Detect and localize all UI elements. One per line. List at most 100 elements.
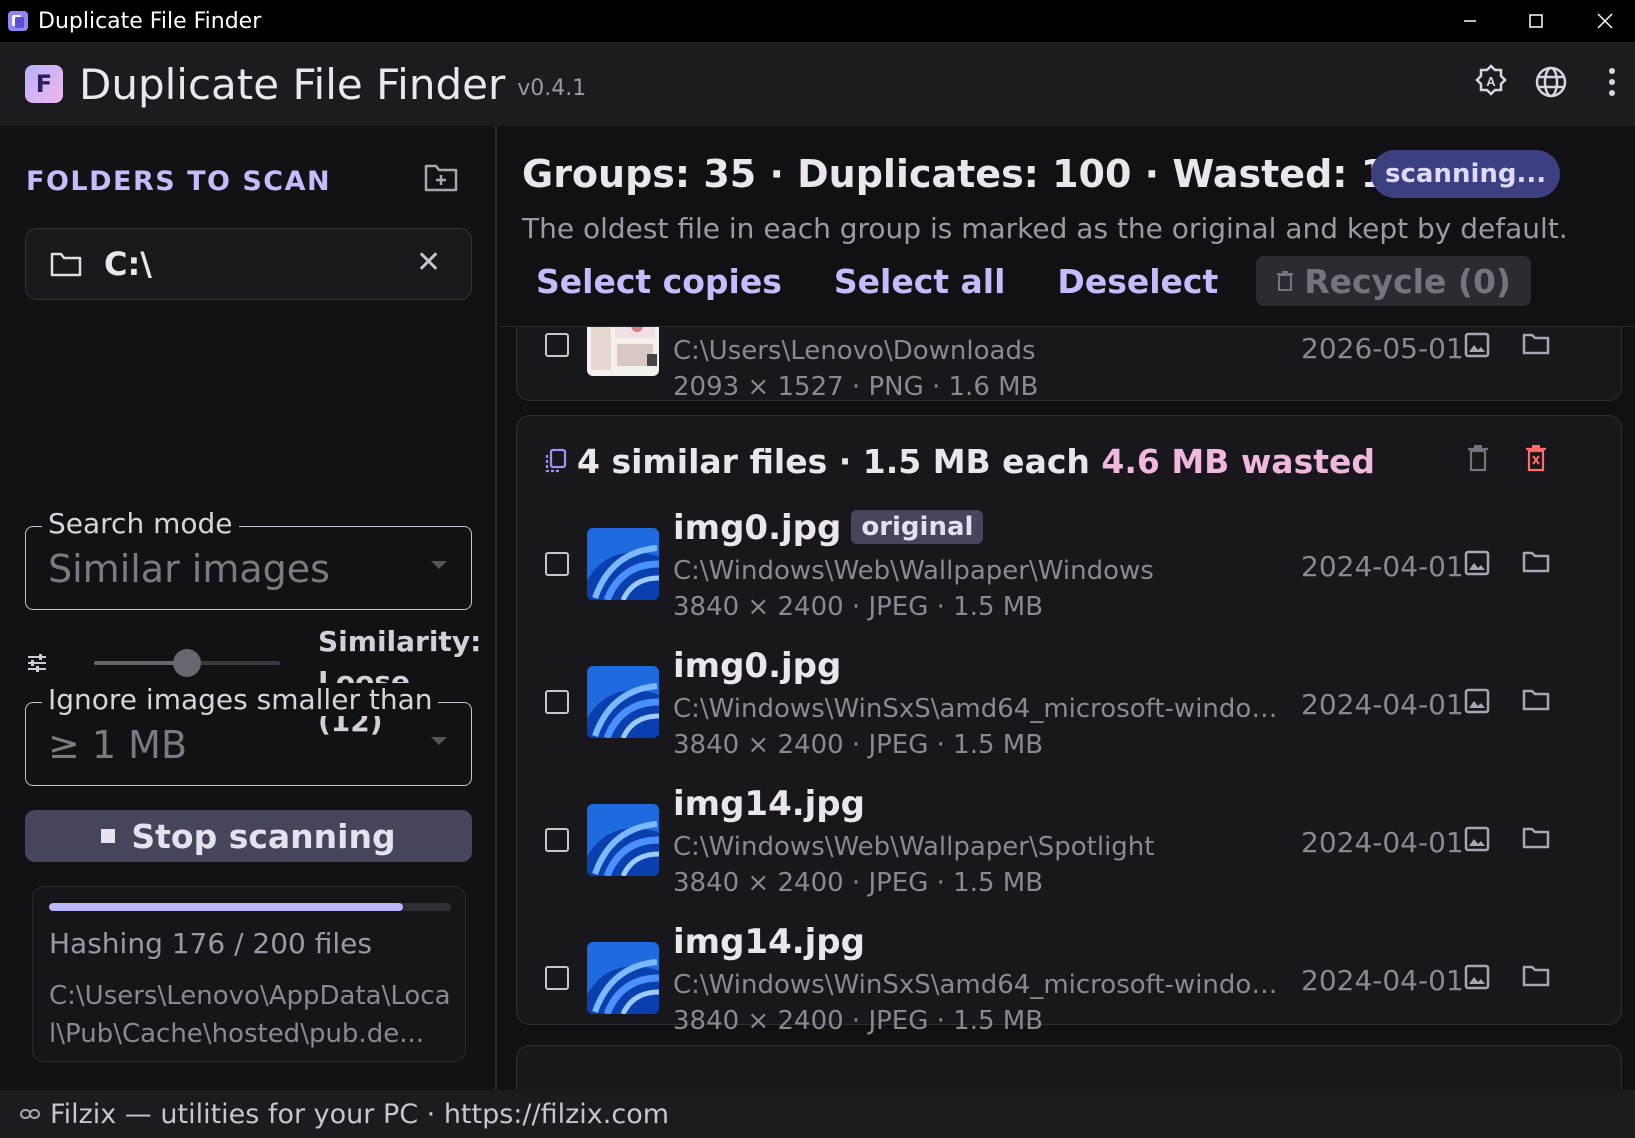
- progress-current-path: C:\Users\Lenovo\AppData\Local\Pub\Cache\…: [49, 981, 451, 1049]
- open-folder-icon[interactable]: [1522, 964, 1552, 994]
- min-size-select[interactable]: Ignore images smaller than ≥ 1 MB: [25, 683, 472, 786]
- file-path: C:\Users\Lenovo\Downloads: [673, 336, 1036, 366]
- preview-image-icon[interactable]: [1464, 550, 1494, 580]
- file-row: img14.jpg C:\Windows\Web\Wallpaper\Spotl…: [517, 780, 1623, 918]
- app-version: v0.4.1: [517, 75, 587, 101]
- minimize-button[interactable]: [1440, 0, 1500, 42]
- file-path: C:\Windows\WinSxS\amd64_microsoft-window…: [673, 694, 1293, 724]
- svg-text:A: A: [1486, 74, 1496, 89]
- preview-image-icon[interactable]: [1464, 332, 1494, 362]
- remove-folder-button[interactable]: ✕: [416, 245, 441, 280]
- group-header: 4 similar files · 1.5 MB each 4.6 MB was…: [577, 442, 1375, 481]
- file-checkbox[interactable]: [545, 690, 569, 714]
- dropdown-caret-icon: [431, 737, 447, 745]
- file-meta: 3840 × 2400 · JPEG · 1.5 MB: [673, 1006, 1044, 1036]
- file-meta: 3840 × 2400 · JPEG · 1.5 MB: [673, 868, 1044, 898]
- file-date: 2026-05-01: [1301, 332, 1464, 365]
- action-bar: Select copies Select all Deselect Recycl…: [522, 256, 1531, 306]
- search-mode-value: Similar images: [48, 547, 330, 591]
- file-row: C:\Users\Lenovo\Downloads 2093 × 1527 · …: [517, 327, 1623, 426]
- recycle-label: Recycle (0): [1304, 261, 1511, 301]
- similarity-slider[interactable]: [94, 649, 280, 677]
- preview-image-icon[interactable]: [1464, 826, 1494, 856]
- language-globe-icon[interactable]: [1531, 62, 1571, 102]
- stop-scanning-button[interactable]: Stop scanning: [25, 810, 472, 862]
- stop-scanning-label: Stop scanning: [131, 816, 396, 856]
- app-header: F Duplicate File Finder v0.4.1: [0, 42, 1635, 126]
- file-name-text: img0.jpg: [673, 508, 842, 548]
- file-date: 2024-04-01: [1301, 826, 1464, 859]
- group-summary: 4 similar files · 1.5 MB each: [577, 442, 1090, 481]
- file-date: 2024-04-01: [1301, 550, 1464, 583]
- search-mode-label: Search mode: [42, 507, 239, 540]
- preview-image-icon[interactable]: [1464, 964, 1494, 994]
- duplicate-group-card: 4 similar files · 1.5 MB each 4.6 MB was…: [516, 415, 1623, 1036]
- folder-icon: [50, 251, 82, 281]
- folders-section-title: FOLDERS TO SCAN: [26, 166, 332, 197]
- maximize-button[interactable]: [1506, 0, 1566, 42]
- file-row: img14.jpg C:\Windows\WinSxS\amd64_micros…: [517, 918, 1623, 1056]
- deselect-button[interactable]: Deselect: [1057, 262, 1218, 301]
- file-date: 2024-04-01: [1301, 964, 1464, 997]
- min-size-label: Ignore images smaller than: [42, 683, 439, 716]
- recycle-button[interactable]: Recycle (0): [1256, 256, 1531, 306]
- file-checkbox[interactable]: [545, 552, 569, 576]
- results-list[interactable]: C:\Users\Lenovo\Downloads 2093 × 1527 · …: [499, 327, 1635, 1090]
- copy-group-icon: [543, 448, 567, 478]
- select-all-button[interactable]: Select all: [834, 262, 1006, 301]
- trash-icon: [1277, 271, 1294, 291]
- open-folder-icon[interactable]: [1522, 332, 1552, 362]
- folder-path: C:\: [104, 245, 152, 283]
- file-name: img14.jpg: [673, 784, 865, 824]
- image-thumbnail: [587, 327, 659, 376]
- file-checkbox[interactable]: [545, 966, 569, 990]
- preview-image-icon[interactable]: [1464, 688, 1494, 718]
- app-logo: F: [25, 65, 63, 103]
- file-checkbox[interactable]: [545, 333, 569, 357]
- file-path: C:\Windows\Web\Wallpaper\Spotlight: [673, 832, 1155, 862]
- select-copies-button[interactable]: Select copies: [536, 262, 782, 301]
- open-folder-icon[interactable]: [1522, 826, 1552, 856]
- file-checkbox[interactable]: [545, 828, 569, 852]
- file-row: img0.jpg original C:\Windows\Web\Wallpape…: [517, 504, 1623, 642]
- previous-group-card: C:\Users\Lenovo\Downloads 2093 × 1527 · …: [516, 327, 1622, 402]
- footer-link[interactable]: Filzix — utilities for your PC · https:/…: [50, 1099, 669, 1130]
- footer: Filzix — utilities for your PC · https:/…: [0, 1090, 1635, 1138]
- file-path: C:\Windows\WinSxS\amd64_microsoft-window…: [673, 970, 1293, 1000]
- original-badge: original: [851, 510, 984, 544]
- delete-copies-icon[interactable]: [1467, 444, 1489, 476]
- window-app-icon: [8, 11, 28, 31]
- file-meta: 3840 × 2400 · JPEG · 1.5 MB: [673, 730, 1044, 760]
- app-title: Duplicate File Finder: [79, 59, 506, 109]
- file-name: img14.jpg: [673, 922, 865, 962]
- file-name: img0.jpg: [673, 646, 842, 686]
- stop-icon: [101, 829, 116, 843]
- window-titlebar: Duplicate File Finder: [0, 0, 1635, 42]
- open-folder-icon[interactable]: [1522, 688, 1552, 718]
- tune-icon: [26, 652, 48, 678]
- similarity-slider-thumb[interactable]: [173, 649, 201, 677]
- image-thumbnail: [587, 804, 659, 876]
- theme-icon[interactable]: A: [1471, 62, 1511, 102]
- search-mode-select[interactable]: Search mode Similar images: [25, 507, 472, 610]
- dropdown-caret-icon: [431, 561, 447, 569]
- file-date: 2024-04-01: [1301, 688, 1464, 721]
- file-row: img0.jpg C:\Windows\WinSxS\amd64_microso…: [517, 642, 1623, 780]
- image-thumbnail: [587, 666, 659, 738]
- more-menu-icon[interactable]: [1592, 62, 1632, 102]
- file-meta: 3840 × 2400 · JPEG · 1.5 MB: [673, 592, 1044, 622]
- add-folder-icon[interactable]: [424, 162, 460, 196]
- open-folder-icon[interactable]: [1522, 550, 1552, 580]
- folder-chip: C:\ ✕: [25, 228, 472, 300]
- progress-bar-fill: [49, 903, 403, 911]
- delete-group-icon[interactable]: [1525, 444, 1547, 476]
- window-title: Duplicate File Finder: [38, 8, 262, 34]
- progress-status: Hashing 176 / 200 files: [49, 927, 372, 960]
- file-name: img0.jpg original: [673, 508, 984, 548]
- min-size-value: ≥ 1 MB: [48, 723, 188, 767]
- image-thumbnail: [587, 942, 659, 1014]
- file-path: C:\Windows\Web\Wallpaper\Windows: [673, 556, 1154, 586]
- link-icon: [20, 1105, 40, 1124]
- close-window-button[interactable]: [1575, 0, 1635, 42]
- next-group-card: [516, 1045, 1622, 1090]
